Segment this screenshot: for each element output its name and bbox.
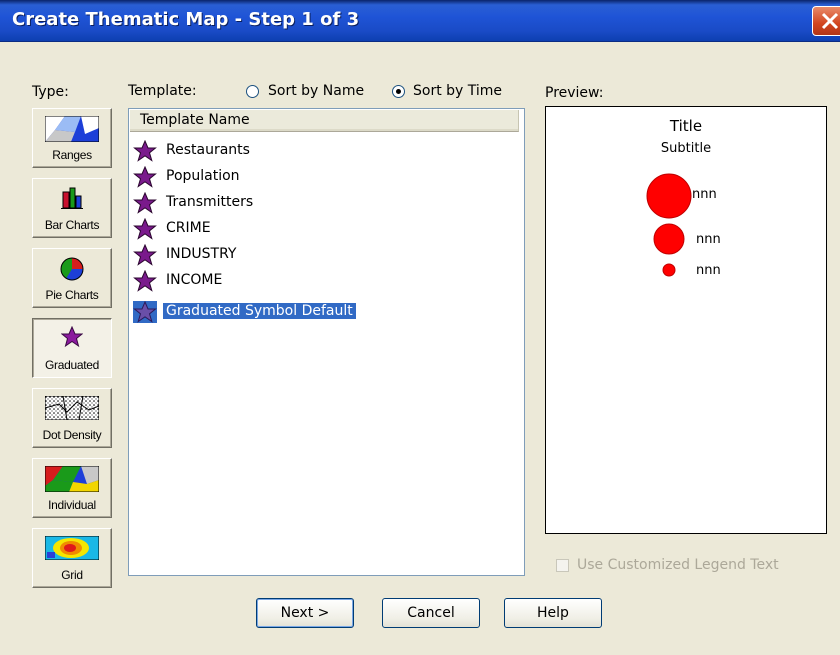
preview-panel: Title Subtitle nnn nnn nnn	[545, 106, 827, 534]
cancel-button[interactable]: Cancel	[382, 598, 480, 628]
list-item-label: CRIME	[166, 220, 211, 236]
next-button[interactable]: Next >	[256, 598, 354, 628]
star-icon	[133, 166, 157, 188]
list-item-label: Transmitters	[166, 194, 254, 210]
template-name-column-header[interactable]: Template Name	[130, 110, 519, 132]
sort-by-time-radio[interactable]	[392, 85, 405, 98]
graduated-label: Graduated	[44, 358, 99, 372]
sort-by-name-label[interactable]: Sort by Name	[268, 83, 364, 99]
bar-charts-label: Bar Charts	[44, 218, 100, 232]
dot-density-label: Dot Density	[42, 428, 102, 442]
close-button[interactable]	[812, 6, 840, 36]
bar-chart-icon	[61, 187, 83, 209]
individual-label: Individual	[48, 498, 96, 512]
star-icon	[133, 218, 157, 240]
large-symbol	[646, 173, 692, 219]
window-title: Create Thematic Map - Step 1 of 3	[12, 9, 360, 30]
list-item-label: INDUSTRY	[166, 246, 237, 262]
grid-icon	[45, 536, 99, 560]
template-label: Template:	[128, 83, 197, 99]
title-bar[interactable]: Create Thematic Map - Step 1 of 3	[0, 0, 840, 42]
pie-charts-label: Pie Charts	[45, 288, 99, 302]
sort-by-name-radio[interactable]	[246, 85, 259, 98]
individual-icon	[45, 466, 99, 492]
legend-label-large: nnn	[692, 187, 717, 202]
type-individual-button[interactable]: Individual	[32, 458, 112, 518]
small-symbol	[662, 263, 676, 277]
type-bar-charts-button[interactable]: Bar Charts	[32, 178, 112, 238]
ranges-icon	[45, 116, 99, 142]
type-grid-button[interactable]: Grid	[32, 528, 112, 588]
close-icon	[821, 12, 839, 30]
graduated-symbols-legend	[646, 173, 692, 277]
type-label: Type:	[32, 84, 69, 100]
column-header-label: Template Name	[140, 112, 250, 128]
radio-selected-dot	[396, 89, 401, 94]
star-icon	[133, 301, 157, 323]
type-pie-charts-button[interactable]: Pie Charts	[32, 248, 112, 308]
preview-title: Title	[669, 117, 703, 135]
list-item-label: INCOME	[166, 272, 223, 288]
legend-label-medium: nnn	[696, 232, 721, 247]
ranges-label: Ranges	[52, 148, 92, 162]
pie-chart-icon	[60, 257, 84, 281]
type-ranges-button[interactable]: Ranges	[32, 108, 112, 168]
dot-density-icon	[45, 396, 99, 420]
type-dot-density-button[interactable]: Dot Density	[32, 388, 112, 448]
help-button[interactable]: Help	[504, 598, 602, 628]
customized-legend-label: Use Customized Legend Text	[577, 557, 779, 573]
star-icon	[133, 270, 157, 292]
type-graduated-button[interactable]: Graduated	[32, 318, 112, 378]
list-item-label: Restaurants	[166, 142, 250, 158]
thematic-map-dialog: Create Thematic Map - Step 1 of 3 Type: …	[0, 0, 840, 655]
star-icon	[133, 192, 157, 214]
legend-label-small: nnn	[696, 263, 721, 278]
grid-label: Grid	[61, 568, 83, 582]
star-icon	[133, 244, 157, 266]
preview-subtitle: Subtitle	[660, 141, 712, 156]
sort-by-time-label[interactable]: Sort by Time	[413, 83, 502, 99]
graduated-star-icon	[61, 326, 83, 348]
preview-label: Preview:	[545, 85, 604, 101]
template-list[interactable]: Template Name Restaurants Population Tra…	[128, 108, 525, 576]
medium-symbol	[653, 223, 685, 255]
star-icon	[133, 140, 157, 162]
list-item-label: Population	[166, 168, 240, 184]
customized-legend-checkbox[interactable]	[556, 559, 569, 572]
list-item-label: Graduated Symbol Default	[163, 303, 356, 319]
